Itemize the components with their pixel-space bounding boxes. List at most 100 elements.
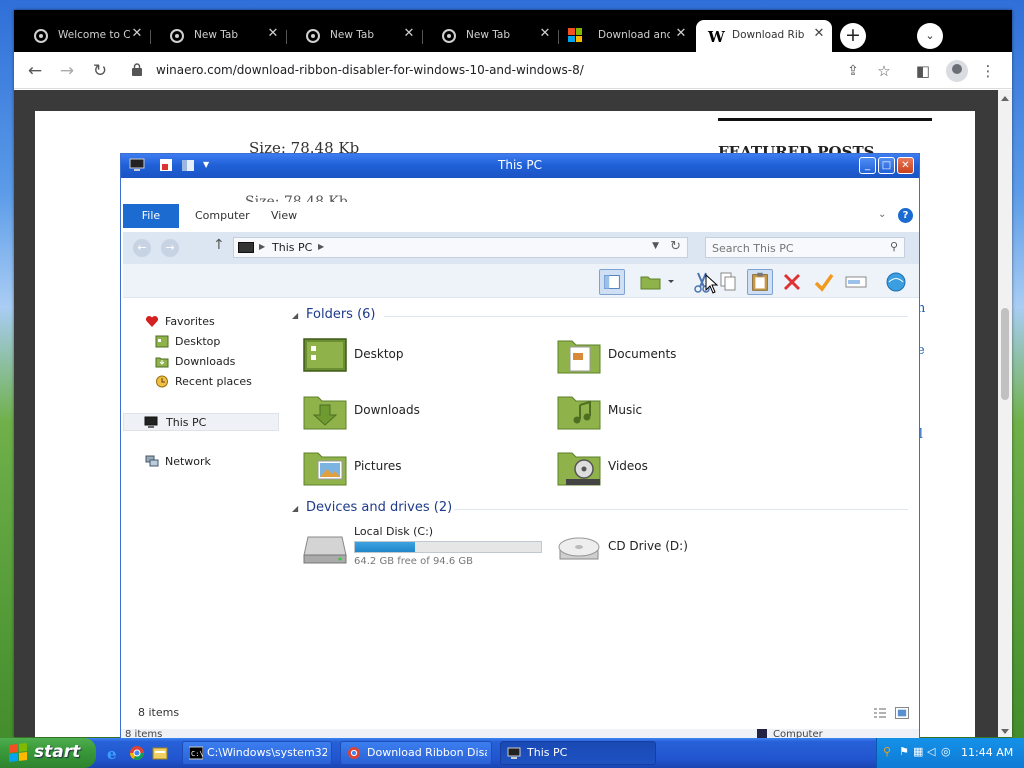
paste-icon[interactable] (747, 269, 773, 295)
task-label: C:\Windows\system32... (207, 746, 327, 759)
delete-icon[interactable] (779, 269, 805, 295)
folder-downloads[interactable]: Downloads (302, 391, 542, 433)
explorer-titlebar[interactable]: ▼ This PC _ □ ✕ (121, 154, 919, 178)
tab-winaero[interactable]: W Download Ribb ✕ (696, 20, 832, 52)
nav-this-pc[interactable]: This PC (123, 413, 279, 431)
close-icon[interactable]: ✕ (402, 27, 416, 41)
close-icon[interactable]: ✕ (812, 27, 826, 41)
ribbon-tabs: File Computer View ⌄ ? (123, 204, 919, 228)
rename-icon[interactable] (843, 269, 869, 295)
info-icon[interactable]: ◎ (941, 746, 953, 758)
scroll-thumb[interactable] (1001, 308, 1009, 400)
flag-icon[interactable]: ⚑ (899, 746, 911, 758)
new-tab-button[interactable]: + (840, 23, 866, 49)
chevron-down-icon[interactable]: ⌄ (878, 209, 886, 220)
navigation-pane: Favorites Desktop Downloads Recent place… (123, 299, 283, 709)
folder-pictures[interactable]: Pictures (302, 447, 542, 489)
disk-usage-fill (355, 542, 415, 552)
folder-videos[interactable]: Videos (556, 447, 796, 489)
reload-icon[interactable]: ↻ (89, 60, 111, 82)
nav-network[interactable]: Network (123, 453, 281, 471)
up-arrow-icon[interactable]: ↑ (213, 237, 225, 253)
nav-favorites[interactable]: Favorites (123, 313, 281, 331)
close-button[interactable]: ✕ (897, 157, 914, 174)
tab-new-1[interactable]: New Tab ✕ (150, 20, 286, 52)
tab-microsoft[interactable]: Download and I ✕ (558, 20, 694, 52)
scroll-down-icon[interactable] (1001, 729, 1009, 734)
chevron-down-icon[interactable]: ▼ (652, 241, 659, 251)
nav-downloads[interactable]: Downloads (123, 353, 281, 371)
forward-icon[interactable]: → (56, 60, 78, 82)
search-input[interactable] (712, 240, 882, 256)
search-box[interactable]: ⚲ (705, 237, 905, 258)
devices-group-header[interactable]: ◢ Devices and drives (2) (292, 500, 912, 520)
side-panel-icon[interactable]: ◧ (912, 60, 934, 82)
tab-label: New Tab (194, 29, 239, 41)
preview-pane-icon[interactable] (599, 269, 625, 295)
folder-documents[interactable]: Documents (556, 335, 796, 377)
address-bar[interactable]: winaero.com/download-ribbon-disabler-for… (124, 56, 894, 85)
start-button[interactable]: start (0, 738, 96, 768)
menu-icon[interactable]: ⋮ (977, 60, 999, 82)
back-icon[interactable]: ← (24, 60, 46, 82)
folders-group-header[interactable]: ◢ Folders (6) (292, 307, 912, 327)
task-cmd[interactable]: C:\ C:\Windows\system32... (182, 741, 332, 765)
network-icon[interactable]: ▦ (913, 746, 925, 758)
search-icon[interactable]: ⚲ (883, 746, 895, 758)
collapse-triangle-icon[interactable]: ◢ (292, 504, 298, 513)
taskbar: start e C:\ C:\Windows\system32... Downl… (0, 738, 1024, 768)
nav-desktop[interactable]: Desktop (123, 333, 281, 351)
page-scrollbar[interactable] (998, 90, 1012, 737)
close-icon[interactable]: ✕ (130, 27, 144, 41)
chevron-right-icon[interactable]: ▶ (318, 242, 324, 251)
tab-view[interactable]: View (271, 204, 297, 228)
nav-label: Network (165, 455, 211, 468)
tab-new-3[interactable]: New Tab ✕ (422, 20, 558, 52)
nav-label: Desktop (175, 335, 221, 348)
volume-icon[interactable]: ◁ (927, 746, 939, 758)
task-chrome[interactable]: Download Ribbon Disa... (340, 741, 492, 765)
share-icon[interactable]: ⇪ (842, 60, 864, 82)
folder-menu-icon[interactable] (637, 269, 677, 295)
tab-file[interactable]: File (123, 204, 179, 228)
maximize-button[interactable]: □ (878, 157, 895, 174)
refresh-icon[interactable]: ↻ (670, 239, 681, 254)
close-icon[interactable]: ✕ (538, 27, 552, 41)
scroll-up-icon[interactable] (1001, 96, 1009, 101)
breadcrumb[interactable]: This PC (272, 241, 312, 254)
explorer-icon[interactable] (152, 745, 168, 761)
lock-icon (132, 63, 142, 76)
bookmark-star-icon[interactable]: ☆ (873, 60, 895, 82)
explorer-window: ▼ This PC _ □ ✕ Size: 78.48 Kb File Comp… (120, 153, 920, 743)
nav-recent[interactable]: Recent places (123, 373, 281, 391)
collapse-triangle-icon[interactable]: ◢ (292, 311, 298, 320)
close-icon[interactable]: ✕ (674, 27, 688, 41)
profile-avatar[interactable] (946, 60, 968, 82)
pictures-folder-icon (303, 452, 347, 486)
task-this-pc[interactable]: This PC (500, 741, 656, 765)
chrome-icon (306, 29, 320, 43)
details-view-icon[interactable] (873, 707, 887, 719)
explorer-address-bar[interactable]: ▶ This PC ▶ ▼ ↻ (233, 237, 688, 258)
large-icons-view-icon[interactable] (895, 707, 909, 719)
checkmark-icon[interactable] (811, 269, 837, 295)
minimize-button[interactable]: _ (859, 157, 876, 174)
tab-computer[interactable]: Computer (195, 204, 250, 228)
chrome-icon[interactable] (129, 745, 145, 761)
drive-local-c[interactable]: Local Disk (C:) 64.2 GB free of 94.6 GB (302, 525, 542, 571)
folder-desktop[interactable]: Desktop (302, 335, 542, 377)
tab-welcome[interactable]: Welcome to Ch ✕ (14, 20, 150, 52)
folder-music[interactable]: Music (556, 391, 796, 433)
drive-cd-d[interactable]: CD Drive (D:) (556, 527, 796, 569)
tab-search-button[interactable]: ⌄ (917, 23, 943, 49)
close-icon[interactable]: ✕ (266, 27, 280, 41)
back-button[interactable]: ← (133, 239, 151, 257)
item-count: 8 items (138, 706, 180, 719)
forward-button[interactable]: → (161, 239, 179, 257)
help-icon[interactable]: ? (898, 208, 913, 223)
tab-new-2[interactable]: New Tab ✕ (286, 20, 422, 52)
shell-icon[interactable] (883, 269, 909, 295)
desktop-icon (155, 335, 169, 348)
browser-toolbar: ← → ↻ winaero.com/download-ribbon-disabl… (14, 52, 1012, 89)
internet-explorer-icon[interactable]: e (106, 745, 122, 761)
